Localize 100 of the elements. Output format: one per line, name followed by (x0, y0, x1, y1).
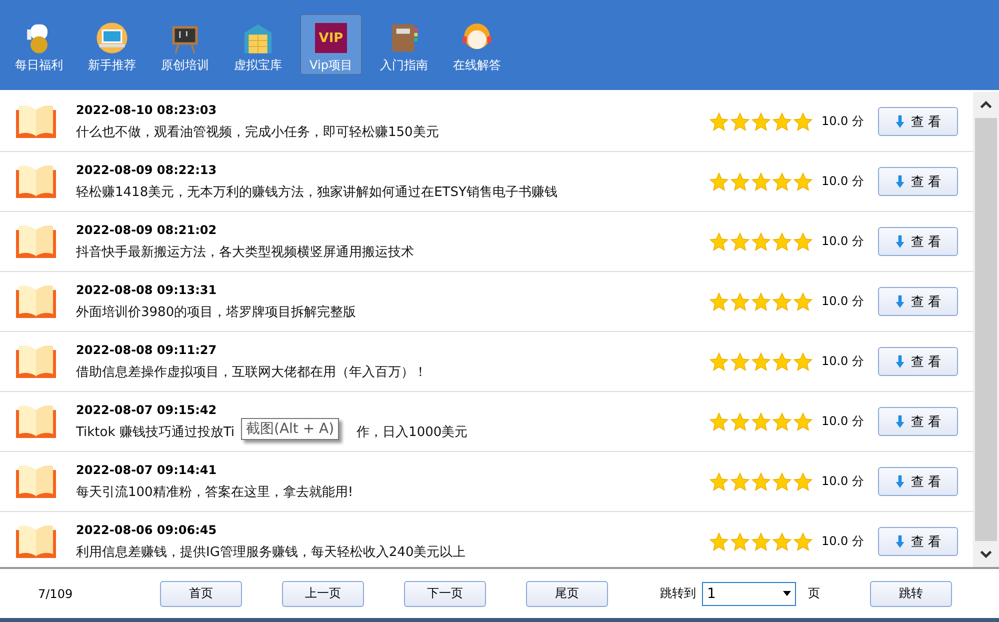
star-icon (772, 232, 792, 252)
view-button[interactable]: 查 看 (878, 347, 958, 376)
score-text: 10.0 分 (821, 413, 864, 430)
open-book-icon (14, 104, 58, 140)
download-arrow-icon (894, 114, 905, 128)
item-title[interactable]: 什么也不做，观看油管视频，完成小任务，即可轻松赚150美元 (76, 122, 439, 140)
nav-item[interactable]: 虚拟宝库 (227, 14, 289, 75)
view-button[interactable]: 查 看 (878, 407, 958, 436)
star-icon (793, 532, 814, 552)
star-icon (730, 412, 750, 432)
jump-button[interactable]: 跳转 (870, 580, 952, 606)
star-icon (772, 412, 792, 432)
nav-item[interactable]: 原创培训 (154, 14, 216, 75)
download-arrow-icon (894, 354, 905, 368)
item-title[interactable]: 借助信息差操作虚拟项目，互联网大佬都在用（年入百万）！ (76, 362, 427, 380)
item-title[interactable]: 外面培训价3980的项目，塔罗牌项目拆解完整版 (76, 302, 356, 320)
jump-label: 跳转到 (660, 585, 696, 602)
star-icon (751, 232, 772, 252)
date-text: 2022-08-10 08:23:03 (76, 102, 218, 116)
item-title[interactable]: Tiktok 赚钱技巧通过投放Ti (76, 422, 235, 440)
view-button[interactable]: 查 看 (878, 107, 958, 136)
score-text: 10.0 分 (821, 353, 864, 370)
star-icon (772, 292, 792, 312)
laptop-icon (94, 21, 130, 55)
date-text: 2022-08-09 08:22:13 (76, 162, 218, 176)
star-icon (751, 172, 772, 192)
star-icon (730, 532, 750, 552)
open-book-icon (14, 224, 58, 260)
open-book-icon (14, 344, 58, 380)
star-icon (751, 292, 772, 312)
star-icon (793, 112, 814, 132)
item-title[interactable]: 作，日入1000美元 (356, 422, 468, 440)
tooltip: 截图(Alt + A) (241, 418, 340, 440)
item-title[interactable]: 轻松赚1418美元，无本万利的赚钱方法，独家讲解如何通过在ETSY销售电子书赚钱 (76, 182, 558, 200)
dropdown-arrow-icon (783, 591, 791, 596)
star-icon (709, 472, 730, 492)
download-arrow-icon (894, 534, 905, 548)
star-icon (709, 352, 730, 372)
download-arrow-icon (894, 294, 905, 308)
star-icon (772, 112, 792, 132)
date-text: 2022-08-07 09:14:41 (76, 462, 218, 476)
star-icon (709, 232, 730, 252)
score-text: 10.0 分 (821, 233, 864, 250)
star-icon (751, 532, 772, 552)
star-icon (751, 352, 772, 372)
pager-button[interactable]: 尾页 (526, 580, 608, 606)
date-text: 2022-08-08 09:13:31 (76, 282, 218, 296)
nav-item[interactable]: 新手推荐 (81, 14, 143, 75)
view-button[interactable]: 查 看 (878, 467, 958, 496)
vip-badge: VIP (315, 23, 347, 53)
star-icon (793, 172, 814, 192)
star-icon (751, 472, 772, 492)
pager-button[interactable]: 首页 (160, 580, 242, 606)
star-icon (730, 352, 750, 372)
date-text: 2022-08-06 09:06:45 (76, 522, 218, 536)
view-button[interactable]: 查 看 (878, 167, 958, 196)
page-select[interactable]: 1 (702, 582, 796, 606)
open-book-icon (14, 464, 58, 500)
open-book-icon (14, 164, 58, 200)
score-text: 10.0 分 (821, 173, 864, 190)
star-icon (793, 472, 814, 492)
star-icon (793, 232, 814, 252)
chevron-down-icon (980, 550, 992, 558)
star-icon (709, 412, 730, 432)
star-icon (709, 292, 730, 312)
star-icon (772, 532, 792, 552)
pager-button[interactable]: 上一页 (282, 580, 364, 606)
view-button[interactable]: 查 看 (878, 527, 958, 556)
item-title[interactable]: 每天引流100精准粉，答案在这里，拿去就能用! (76, 482, 354, 500)
date-text: 2022-08-08 09:11:27 (76, 342, 218, 356)
nav-item[interactable]: 每日福利 (8, 14, 70, 75)
score-text: 10.0 分 (821, 293, 864, 310)
nav-item[interactable]: 在线解答 (446, 14, 508, 75)
star-icon (709, 532, 730, 552)
star-icon (730, 472, 750, 492)
score-text: 10.0 分 (821, 113, 864, 130)
page-unit-label: 页 (808, 585, 820, 602)
score-text: 10.0 分 (821, 473, 864, 490)
download-arrow-icon (894, 414, 905, 428)
date-text: 2022-08-09 08:21:02 (76, 222, 218, 236)
star-icon (730, 172, 750, 192)
star-icon (709, 172, 730, 192)
star-icon (793, 292, 814, 312)
star-icon (772, 352, 792, 372)
chevron-up-icon (980, 101, 992, 109)
view-button[interactable]: 查 看 (878, 287, 958, 316)
item-title[interactable]: 抖音快手最新搬运方法，各大类型视频横竖屏通用搬运技术 (76, 242, 414, 260)
star-icon (730, 112, 750, 132)
pager-button[interactable]: 下一页 (404, 580, 486, 606)
page-counter: 7/109 (38, 586, 74, 600)
star-icon (772, 172, 792, 192)
nav-item[interactable]: 入门指南 (373, 14, 435, 75)
star-icon (709, 112, 730, 132)
nav-item[interactable]: VIP Vip项目 (300, 14, 362, 75)
item-title[interactable]: 利用信息差赚钱，提供IG管理服务赚钱，每天轻松收入240美元以上 (76, 542, 466, 560)
open-book-icon (14, 524, 58, 560)
date-text: 2022-08-07 09:15:42 (76, 402, 218, 416)
download-arrow-icon (894, 234, 905, 248)
download-arrow-icon (894, 174, 905, 188)
view-button[interactable]: 查 看 (878, 227, 958, 256)
